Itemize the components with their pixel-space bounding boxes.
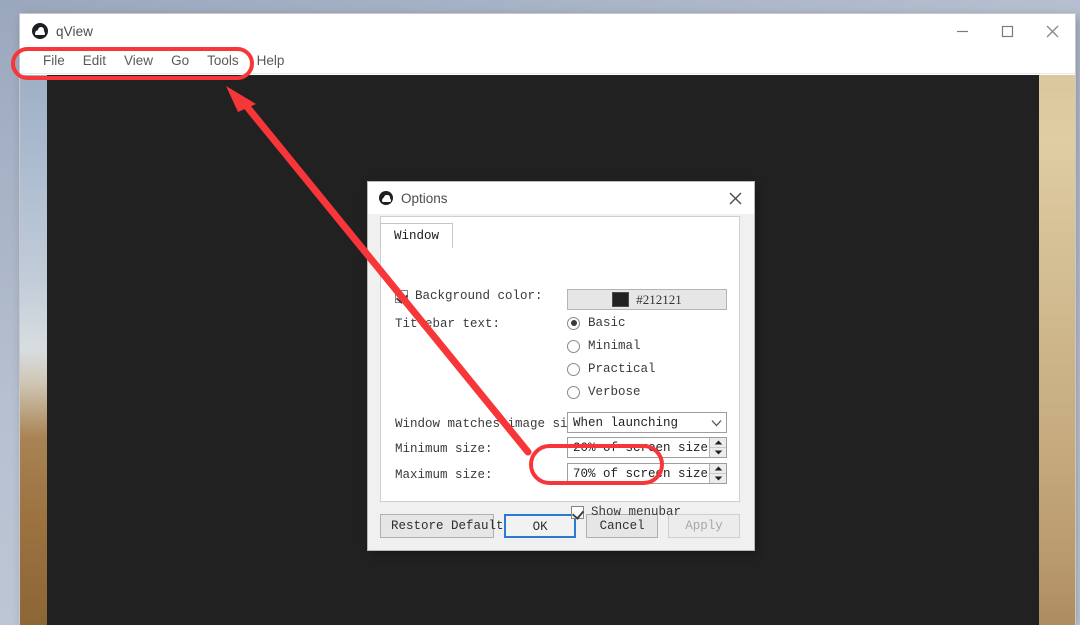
titlebar-text-label: Titlebar text: [395,317,501,331]
radio-basic-icon [567,316,580,330]
radio-basic-label: Basic [588,316,626,330]
qview-window: qView File Edit View Go Tools Help Optio… [20,14,1075,625]
background-color-checkbox[interactable] [395,289,408,303]
minimum-size-label: Minimum size: [395,442,493,456]
photo-edge-left [20,75,47,625]
dialog-close-button[interactable] [716,182,754,214]
window-title: qView [56,23,94,39]
radio-option-practical[interactable]: Practical [567,362,656,376]
radio-option-verbose[interactable]: Verbose [567,385,656,399]
show-menubar-row: Show menubar [571,505,681,519]
radio-verbose-icon [567,385,580,399]
minimize-button[interactable] [940,14,985,48]
qview-cloud-icon [379,191,393,205]
tab-window[interactable]: Window [380,223,454,248]
menu-item-edit[interactable]: Edit [74,50,115,72]
menu-item-go[interactable]: Go [162,50,198,72]
ok-button[interactable]: OK [504,514,577,538]
radio-option-minimal[interactable]: Minimal [567,339,656,353]
color-swatch-icon [612,292,630,307]
radio-verbose-label: Verbose [588,385,641,399]
window-matches-image-size-label: Window matches image size: [395,417,591,431]
background-color-row: Background color: [395,289,543,303]
menu-item-tools[interactable]: Tools [198,50,248,72]
dialog-footer: Restore Defaults OK Cancel Apply [380,514,740,538]
background-color-value: #212121 [636,291,682,307]
radio-minimal-icon [567,339,580,353]
minimum-size-spin-up[interactable] [710,438,726,448]
options-dialog: Options Window Image Miscellaneous Short… [368,182,754,550]
radio-practical-label: Practical [588,362,656,376]
qview-cloud-icon [32,23,48,39]
restore-defaults-button[interactable]: Restore Defaults [380,514,511,538]
dialog-title: Options [401,190,448,206]
menu-item-help[interactable]: Help [248,50,294,72]
maximum-size-label: Maximum size: [395,468,493,482]
background-color-button[interactable]: #212121 [567,289,727,310]
show-menubar-label: Show menubar [591,505,682,519]
photo-edge-right [1039,75,1075,625]
maximum-size-spin-up[interactable] [710,464,726,474]
desktop-background: qView File Edit View Go Tools Help Optio… [0,0,1080,625]
radio-minimal-label: Minimal [588,339,641,353]
window-titlebar: qView [20,14,1075,48]
menubar: File Edit View Go Tools Help [20,48,1075,74]
background-color-label: Background color: [415,289,543,303]
window-matches-image-size-value: When launching [573,415,679,430]
minimum-size-spinbox[interactable]: 20% of screen size [567,437,727,458]
radio-practical-icon [567,362,580,376]
spinner-arrows-icon [709,438,726,457]
maximum-size-spin-down[interactable] [710,474,726,484]
close-button[interactable] [1030,14,1075,48]
maximum-size-spinbox[interactable]: 70% of screen size [567,463,727,484]
window-controls [940,14,1075,48]
dialog-titlebar: Options [368,182,754,214]
window-matches-image-size-combobox[interactable]: When launching [567,412,727,433]
spinner-arrows-icon [709,464,726,483]
maximize-button[interactable] [985,14,1030,48]
maximum-size-value: 70% of screen size [573,466,709,481]
window-tab-panel: Background color: #212121 Titlebar text:… [380,216,740,519]
titlebar-text-radiogroup: Basic Minimal Practical Verbose [567,316,656,408]
minimum-size-value: 20% of screen size [573,440,709,455]
menu-item-view[interactable]: View [115,50,162,72]
minimum-size-spin-down[interactable] [710,448,726,458]
menu-item-file[interactable]: File [34,50,74,72]
show-menubar-checkbox[interactable] [571,505,584,519]
radio-option-basic[interactable]: Basic [567,316,656,330]
chevron-down-icon [706,419,726,427]
